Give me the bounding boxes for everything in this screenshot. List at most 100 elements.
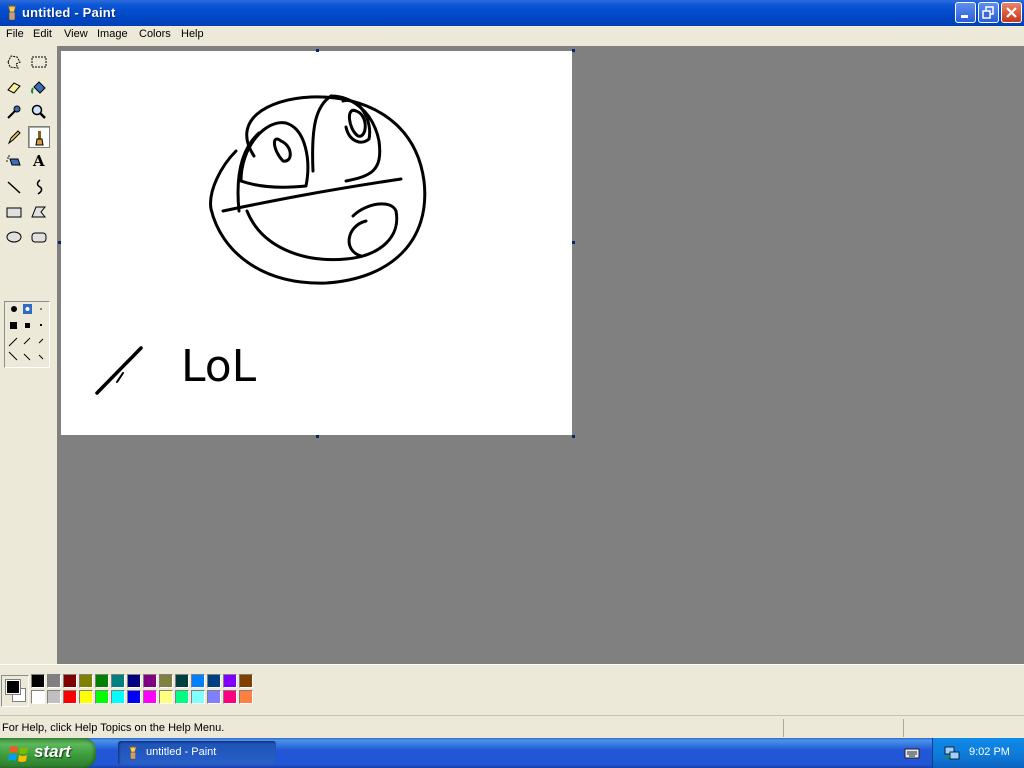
windows-logo-icon [8,746,28,762]
menu-file[interactable]: File [6,28,24,40]
brush-shape-slash-small [38,338,44,344]
polygon-icon [31,206,47,218]
brush-tool[interactable] [28,126,50,148]
line-tool[interactable] [3,176,25,198]
slash-mark [95,346,143,395]
airbrush-icon [6,155,21,166]
color-swatch[interactable] [31,674,45,688]
color-swatch[interactable] [127,674,141,688]
brush-shape-square-medium [25,323,30,328]
color-swatch[interactable] [47,690,61,704]
color-swatch[interactable] [207,690,221,704]
paint-bucket-icon [31,81,46,94]
color-swatch[interactable] [79,674,93,688]
magnifier-icon [31,104,46,119]
pencil-tool[interactable] [3,126,25,148]
text-tool[interactable]: A [28,151,50,173]
menu-image[interactable]: Image [97,28,128,40]
color-swatch[interactable] [239,690,253,704]
close-button[interactable] [1001,2,1022,23]
color-swatch[interactable] [79,690,93,704]
menu-view[interactable]: View [64,28,88,40]
pencil-icon [7,130,21,145]
canvas-lol-text: LoL [181,341,257,392]
clock[interactable]: 9:02 PM [969,746,1010,758]
color-swatch[interactable] [223,674,237,688]
brush-shape-square-large [10,322,17,329]
color-swatch[interactable] [207,674,221,688]
taskbar-item-paint[interactable]: untitled - Paint [118,741,276,765]
curve-icon [36,179,43,195]
menu-colors[interactable]: Colors [139,28,171,40]
menu-help[interactable]: Help [181,28,204,40]
color-swatch[interactable] [111,690,125,704]
magnifier-tool[interactable] [28,101,50,123]
resize-handle-top[interactable] [316,49,319,52]
color-swatch[interactable] [223,690,237,704]
color-swatch[interactable] [127,690,141,704]
color-swatch[interactable] [63,690,77,704]
rectangle-tool[interactable] [3,201,25,223]
keyboard-icon[interactable] [904,746,920,760]
color-swatch[interactable] [175,690,189,704]
brush-shape-slash-medium [23,337,31,345]
brush-shape-round-large [11,306,17,312]
color-swatch[interactable] [95,690,109,704]
window-title: untitled - Paint [22,5,116,20]
color-swatch[interactable] [143,674,157,688]
resize-handle-bottom[interactable] [316,435,319,438]
minimize-button[interactable] [955,2,976,23]
color-swatch[interactable] [95,674,109,688]
airbrush-tool[interactable] [3,151,25,173]
curve-tool[interactable] [28,176,50,198]
text-icon: A [33,152,45,170]
taskbar: start untitled - Paint 9:02 PM [0,738,1024,768]
mouth-smile [245,202,399,262]
paint-app-icon [7,4,17,21]
status-help-text: For Help, click Help Topics on the Help … [2,722,225,734]
color-swatch[interactable] [239,674,253,688]
color-swatch[interactable] [175,674,189,688]
rounded-rectangle-tool[interactable] [28,226,50,248]
canvas-drawing: LoL [95,94,427,395]
ellipse-tool[interactable] [3,226,25,248]
free-form-select-tool[interactable] [3,51,25,73]
menu-edit[interactable]: Edit [33,28,52,40]
color-swatch[interactable] [159,690,173,704]
rectangle-select-icon [31,56,47,68]
face-outline [209,95,427,285]
color-swatch[interactable] [191,674,205,688]
title-bar: untitled - Paint [0,0,1024,26]
taskbar-item-label: untitled - Paint [146,746,217,758]
color-swatch[interactable] [111,674,125,688]
resize-handle-top-right[interactable] [572,49,575,52]
eraser-tool[interactable] [3,76,25,98]
pick-color-tool[interactable] [3,101,25,123]
network-icon[interactable] [943,744,961,762]
color-swatch[interactable] [31,690,45,704]
fill-tool[interactable] [28,76,50,98]
brush-shape-slash-large [8,337,18,347]
drawing-canvas[interactable]: LoL [61,51,572,435]
polygon-tool[interactable] [28,201,50,223]
color-swatch[interactable] [47,674,61,688]
left-eye-pupil [273,137,292,163]
color-swatch[interactable] [63,674,77,688]
select-tool[interactable] [28,51,50,73]
restore-button[interactable] [978,2,999,23]
color-swatch[interactable] [143,690,157,704]
color-swatch[interactable] [159,674,173,688]
status-separator [783,719,784,737]
brush-shape-backslash-large [8,351,18,361]
color-swatch[interactable] [191,690,205,704]
resize-handle-right[interactable] [572,241,575,244]
resize-handle-bottom-right[interactable] [572,435,575,438]
restore-icon [982,6,994,19]
start-button[interactable]: start [0,738,96,768]
current-colors-indicator[interactable] [1,675,29,707]
eraser-icon [7,82,21,94]
brush-icon [35,131,44,146]
resize-handle-left[interactable] [58,241,61,244]
line-icon [7,181,21,194]
close-icon [1006,7,1017,18]
